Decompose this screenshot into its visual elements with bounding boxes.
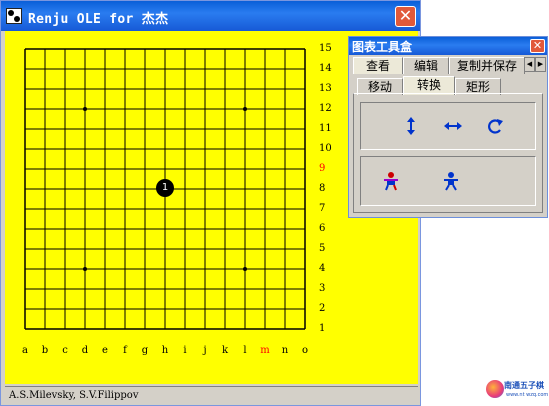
status-bar: A.S.Milevsky, S.V.Filippov bbox=[5, 386, 418, 404]
row-label: 4 bbox=[319, 263, 326, 274]
column-label: j bbox=[203, 345, 207, 356]
column-label: h bbox=[161, 345, 169, 356]
transform-group bbox=[360, 102, 536, 150]
transform-panel bbox=[353, 93, 543, 213]
figure-one-button[interactable] bbox=[381, 171, 401, 191]
watermark-subtext: www.nt wzq.com bbox=[506, 392, 549, 398]
black-stone[interactable]: 1 bbox=[156, 179, 174, 197]
flip-horizontal-button[interactable] bbox=[443, 116, 463, 136]
blue-figure-icon bbox=[444, 172, 458, 191]
star-point bbox=[83, 107, 87, 111]
chart-toolbox-window: 图表工具盒 ✕ 查看 编辑 复制并保存 ◀ ▶ 移动 转换 矩形 bbox=[348, 36, 548, 218]
column-label: n bbox=[281, 345, 289, 356]
column-label: d bbox=[81, 345, 89, 356]
toolbox-title: 图表工具盒 bbox=[352, 40, 413, 54]
column-label: e bbox=[102, 345, 108, 356]
watermark-logo: 南通五子棋 www.nt wzq.com bbox=[486, 378, 548, 402]
window-title: Renju OLE for 杰杰 bbox=[28, 12, 169, 27]
column-label: c bbox=[62, 345, 68, 356]
column-label: o bbox=[301, 345, 309, 356]
row-label: 14 bbox=[319, 63, 332, 74]
rotate-icon bbox=[488, 119, 503, 134]
row-label: 3 bbox=[319, 283, 326, 294]
rotate-button[interactable] bbox=[485, 116, 505, 136]
row-label: 15 bbox=[319, 43, 332, 54]
row-label: 7 bbox=[319, 203, 326, 214]
row-label: 8 bbox=[319, 183, 326, 194]
row-label: 10 bbox=[319, 143, 332, 154]
tab-scroll-right-button[interactable]: ▶ bbox=[535, 57, 546, 72]
tab-view[interactable]: 查看 bbox=[353, 57, 403, 74]
row-label: 1 bbox=[319, 323, 326, 334]
column-label: l bbox=[243, 345, 247, 356]
row-label: 5 bbox=[319, 243, 326, 254]
row-label: 13 bbox=[319, 83, 332, 94]
vertical-arrows-icon bbox=[407, 117, 415, 135]
toolbox-close-button[interactable]: ✕ bbox=[530, 39, 545, 53]
star-point bbox=[243, 267, 247, 271]
horizontal-arrows-icon bbox=[444, 122, 462, 130]
tab-copy-save[interactable]: 复制并保存 bbox=[449, 57, 525, 74]
column-label: i bbox=[183, 345, 187, 356]
column-label: g bbox=[141, 345, 149, 356]
row-label: 12 bbox=[319, 103, 332, 114]
flip-vertical-button[interactable] bbox=[401, 116, 421, 136]
tab-scroll-left-button[interactable]: ◀ bbox=[524, 57, 535, 72]
app-icon[interactable] bbox=[6, 8, 22, 24]
star-point bbox=[83, 267, 87, 271]
title-bar[interactable]: Renju OLE for 杰杰 ✕ bbox=[1, 1, 420, 31]
column-label: m bbox=[260, 345, 270, 356]
column-label: b bbox=[41, 345, 49, 356]
figure-two-button[interactable] bbox=[441, 171, 461, 191]
close-button[interactable]: ✕ bbox=[395, 6, 416, 27]
column-label: f bbox=[123, 345, 127, 356]
star-point bbox=[243, 107, 247, 111]
figure-group bbox=[360, 156, 536, 206]
tab-edit[interactable]: 编辑 bbox=[403, 57, 449, 74]
row-label: 2 bbox=[319, 303, 326, 314]
row-label: 9 bbox=[319, 163, 326, 174]
row-label: 6 bbox=[319, 223, 326, 234]
column-label: a bbox=[22, 345, 28, 356]
toolbox-title-bar[interactable]: 图表工具盒 ✕ bbox=[349, 37, 547, 55]
row-label: 11 bbox=[319, 123, 332, 134]
logo-icon bbox=[486, 380, 504, 398]
watermark-text: 南通五子棋 bbox=[504, 381, 544, 390]
colored-figure-icon bbox=[384, 172, 398, 191]
column-label: k bbox=[221, 345, 229, 356]
